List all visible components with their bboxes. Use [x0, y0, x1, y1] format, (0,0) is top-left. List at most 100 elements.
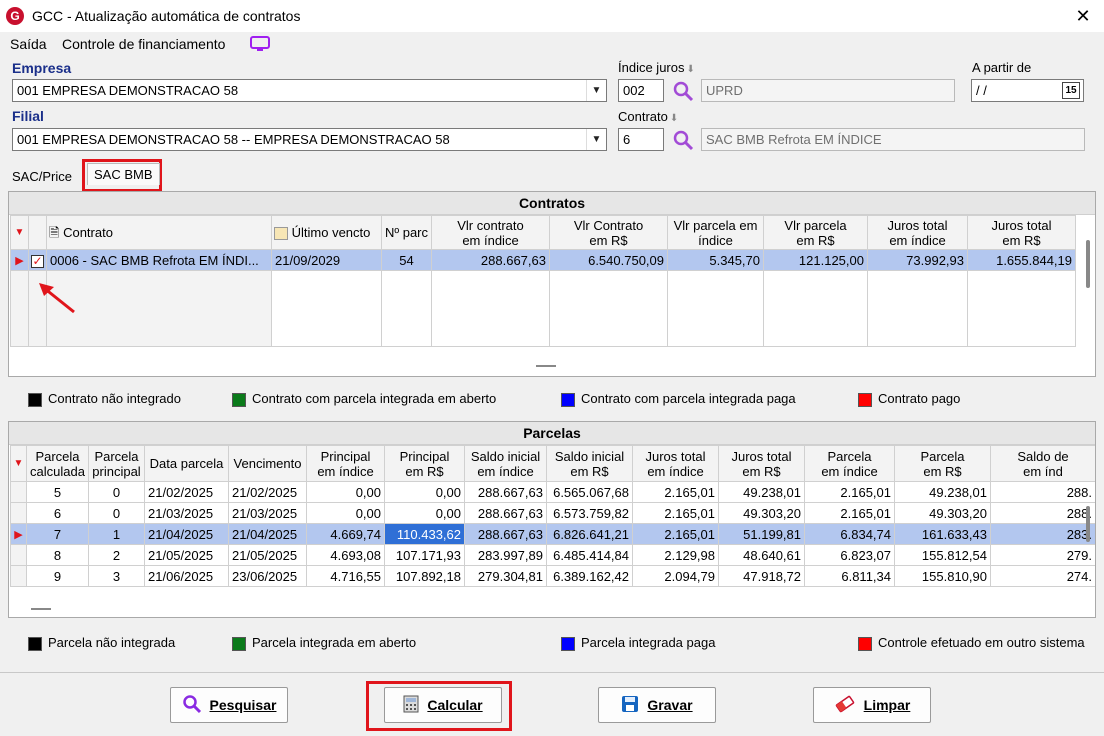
cell: 288.667,63 [464, 502, 547, 524]
col-vencimento[interactable]: Vencimento [228, 445, 307, 482]
col-vlr-parcela-rs[interactable]: Vlr parcela em R$ [763, 215, 868, 250]
limpar-button[interactable]: Limpar [813, 687, 931, 723]
cell: 6.826.641,21 [546, 523, 633, 545]
window-title: GCC - Atualização automática de contrato… [32, 8, 301, 24]
col-vlr-parcela-indice[interactable]: Vlr parcela em índice [667, 215, 764, 250]
cell: 21/04/2025 [228, 523, 307, 545]
cell-vlr-parcela-rs: 121.125,00 [763, 249, 868, 271]
col-saldo-devedor-indice[interactable]: Saldo de em índ [990, 445, 1095, 482]
legend-label: Parcela integrada em aberto [252, 635, 417, 650]
row-checkbox[interactable]: ✓ [28, 249, 47, 271]
cell: 6.811,34 [804, 565, 895, 587]
checkbox-checked[interactable]: ✓ [31, 254, 44, 268]
col-ultimo-vencto[interactable]: Último vencto [271, 215, 382, 250]
indice-code-input[interactable]: 002 [618, 79, 664, 102]
tab-sac-bmb[interactable]: SAC BMB [87, 163, 160, 185]
eraser-icon [834, 695, 856, 716]
col-juros-total-rs[interactable]: Juros total em R$ [718, 445, 805, 482]
col-label: Contrato [63, 225, 113, 240]
monitor-icon[interactable] [250, 36, 270, 52]
col-label: Último vencto [291, 224, 371, 240]
col-principal-indice[interactable]: Principal em índice [306, 445, 385, 482]
empresa-value: 001 EMPRESA DEMONSTRACAO 58 [17, 83, 239, 98]
menu-item-controle-financiamento[interactable]: Controle de financiamento [62, 36, 225, 52]
contrato-label-text: Contrato [618, 109, 668, 124]
search-icon[interactable] [672, 80, 694, 102]
col-saldo-inicial-rs[interactable]: Saldo inicial em R$ [546, 445, 633, 482]
menu-item-saida[interactable]: Saída [10, 36, 47, 52]
cell: 2.165,01 [804, 502, 895, 524]
pin-icon: ⬇ [669, 113, 679, 124]
filial-select[interactable]: 001 EMPRESA DEMONSTRACAO 58 -- EMPRESA D… [12, 128, 607, 151]
gravar-button[interactable]: Gravar [598, 687, 716, 723]
table-row[interactable]: 5 0 21/02/2025 21/02/2025 0,00 0,00 288.… [10, 481, 1095, 503]
empty-cell [967, 270, 1076, 347]
contratos-title: Contratos [9, 192, 1095, 215]
empty-row [10, 270, 1076, 347]
vertical-scrollbar[interactable] [1086, 240, 1090, 288]
cell: 21/06/2025 [144, 565, 229, 587]
col-saldo-inicial-indice[interactable]: Saldo inicial em índice [464, 445, 547, 482]
col-juros-total-indice[interactable]: Juros total em índice [632, 445, 719, 482]
vertical-scrollbar[interactable] [1086, 506, 1090, 542]
chevron-down-icon[interactable]: ▼ [586, 80, 606, 101]
col-juros-total-rs[interactable]: Juros total em R$ [967, 215, 1076, 250]
col-juros-total-indice[interactable]: Juros total em índice [867, 215, 968, 250]
col-data-parcela[interactable]: Data parcela [144, 445, 229, 482]
legend-label: Parcela integrada paga [581, 635, 716, 650]
check-header [28, 215, 47, 250]
cell: 2.165,01 [632, 481, 719, 503]
cell: 49.303,20 [718, 502, 805, 524]
cell: 21/04/2025 [144, 523, 229, 545]
row-indicator [10, 502, 27, 524]
legend-item: Contrato não integrado [28, 391, 181, 407]
chevron-down-icon[interactable]: ▼ [586, 129, 606, 150]
col-principal-rs[interactable]: Principal em R$ [384, 445, 465, 482]
pesquisar-button[interactable]: Pesquisar [170, 687, 288, 723]
resize-handle[interactable] [536, 365, 556, 367]
legend-item: Controle efetuado em outro sistema [858, 635, 1085, 651]
col-n-parc[interactable]: Nº parc [381, 215, 432, 250]
cell: 4.693,08 [306, 544, 385, 566]
table-row[interactable]: 9 3 21/06/2025 23/06/2025 4.716,55 107.8… [10, 565, 1095, 587]
calendar-icon [274, 227, 288, 241]
cell-vlr-parcela-indice: 5.345,70 [667, 249, 764, 271]
empresa-select[interactable]: 001 EMPRESA DEMONSTRACAO 58 ▼ [12, 79, 607, 102]
col-parcela-indice[interactable]: Parcela em índice [804, 445, 895, 482]
search-icon[interactable] [672, 129, 694, 151]
cell: 4.669,74 [306, 523, 385, 545]
tab-sac-price[interactable]: SAC/Price [12, 169, 72, 184]
filial-value: 001 EMPRESA DEMONSTRACAO 58 -- EMPRESA D… [17, 132, 450, 147]
cell: 21/02/2025 [144, 481, 229, 503]
col-parcela-principal[interactable]: Parcela principal [88, 445, 145, 482]
cell: 6.565.067,68 [546, 481, 633, 503]
table-row-selected[interactable]: ▶ 7 1 21/04/2025 21/04/2025 4.669,74 110… [10, 523, 1095, 545]
col-parcela-calculada[interactable]: Parcela calculada [26, 445, 89, 482]
col-parcela-rs[interactable]: Parcela em R$ [894, 445, 991, 482]
col-vlr-contrato-indice[interactable]: Vlr contrato em índice [431, 215, 550, 250]
legend-label: Contrato com parcela integrada paga [581, 391, 796, 406]
col-contrato[interactable]: 🗎 Contrato [46, 215, 272, 250]
calcular-button[interactable]: Calcular [384, 687, 502, 723]
parcelas-panel: Parcelas ▼ Parcela calculada Parcela pri… [8, 421, 1096, 618]
table-row[interactable]: ▶ ✓ 0006 - SAC BMB Refrota EM ÍNDI... 21… [10, 249, 1076, 271]
cell-ultimo-vencto: 21/09/2029 [271, 249, 382, 271]
empty-cell [431, 270, 550, 347]
resize-handle[interactable] [31, 608, 51, 610]
close-icon[interactable]: ✕ [1070, 3, 1096, 29]
legend-swatch [858, 392, 872, 407]
col-vlr-contrato-rs[interactable]: Vlr Contrato em R$ [549, 215, 668, 250]
calendar-icon[interactable]: 15 [1062, 82, 1080, 99]
cell: 6.823,07 [804, 544, 895, 566]
table-row[interactable]: 8 2 21/05/2025 21/05/2025 4.693,08 107.1… [10, 544, 1095, 566]
cell-focused[interactable]: 110.433,62 [384, 523, 465, 545]
legend-label: Contrato com parcela integrada em aberto [252, 391, 497, 406]
row-indicator: ▶ [10, 249, 29, 271]
pesquisar-label: Pesquisar [209, 697, 277, 713]
row-indicator [10, 544, 27, 566]
cell: 47.918,72 [718, 565, 805, 587]
apartir-label: A partir de [972, 60, 1032, 75]
table-row[interactable]: 6 0 21/03/2025 21/03/2025 0,00 0,00 288.… [10, 502, 1095, 524]
legend-swatch [858, 636, 872, 651]
contrato-code-input[interactable]: 6 [618, 128, 664, 151]
